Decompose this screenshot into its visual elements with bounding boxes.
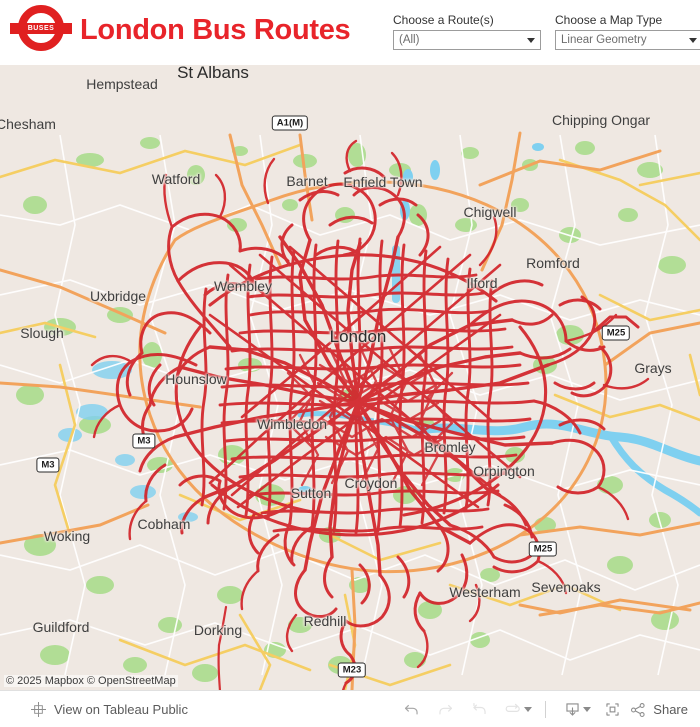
undo-icon xyxy=(404,704,418,715)
route-filter-value: (All) xyxy=(399,34,420,46)
fullscreen-button[interactable] xyxy=(595,695,629,725)
share-icon xyxy=(631,702,645,717)
map-attribution[interactable]: © 2025 Mapbox © OpenStreetMap xyxy=(4,675,178,687)
refresh-button[interactable] xyxy=(496,695,530,725)
revert-icon xyxy=(473,702,486,715)
share-label: Share xyxy=(653,702,688,717)
download-icon xyxy=(566,703,579,716)
chevron-down-icon xyxy=(689,38,697,43)
tableau-icon xyxy=(31,701,46,717)
filter-controls: Choose a Route(s) (All) Choose a Map Typ… xyxy=(393,13,700,50)
london-buses-roundel-icon: BUSES xyxy=(10,4,72,56)
refresh-icon xyxy=(505,703,520,712)
roundel-label: BUSES xyxy=(27,25,55,32)
chevron-down-icon xyxy=(527,38,535,43)
view-on-tableau-public-label: View on Tableau Public xyxy=(54,701,188,717)
route-filter-dropdown[interactable]: (All) xyxy=(393,30,541,50)
toolbar-actions: Share xyxy=(394,691,692,727)
fullscreen-icon xyxy=(606,703,619,716)
share-button[interactable]: Share xyxy=(629,701,692,719)
view-on-tableau-public-link[interactable]: View on Tableau Public xyxy=(0,701,188,718)
brand-block: BUSES London Bus Routes xyxy=(0,0,351,56)
tableau-viz-page: BUSES London Bus Routes Choose a Route(s… xyxy=(0,0,700,727)
redo-icon xyxy=(439,704,452,715)
map-canvas[interactable]: Hempstead St Albans Chesham Chipping Ong… xyxy=(0,65,700,690)
route-filter-label: Choose a Route(s) xyxy=(393,13,494,27)
redo-button[interactable] xyxy=(428,695,462,725)
revert-button[interactable] xyxy=(462,695,496,725)
download-chevron-down-icon[interactable] xyxy=(583,707,592,712)
maptype-filter-value: Linear Geometry xyxy=(561,34,647,46)
route-filter: Choose a Route(s) (All) xyxy=(393,13,541,50)
maptype-filter-label: Choose a Map Type xyxy=(555,13,663,27)
toolbar-divider xyxy=(545,701,547,718)
viz-toolbar: View on Tableau Public Share xyxy=(0,690,700,727)
maptype-filter: Choose a Map Type Linear Geometry xyxy=(555,13,700,50)
page-header: BUSES London Bus Routes Choose a Route(s… xyxy=(0,0,700,65)
page-title: London Bus Routes xyxy=(80,14,351,46)
maptype-filter-dropdown[interactable]: Linear Geometry xyxy=(555,30,700,50)
undo-button[interactable] xyxy=(394,695,428,725)
map-graphic xyxy=(0,65,700,690)
